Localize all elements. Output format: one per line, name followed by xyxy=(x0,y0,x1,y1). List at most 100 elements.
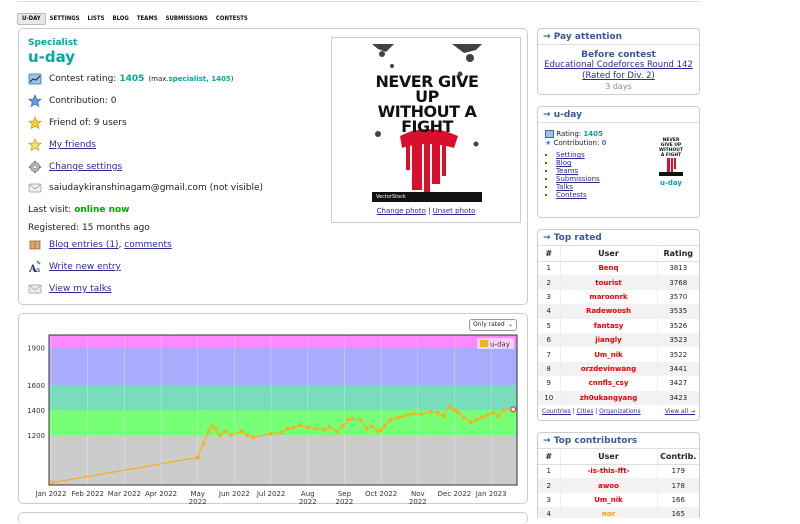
rating-point[interactable] xyxy=(349,416,354,421)
rating-point[interactable] xyxy=(364,426,369,431)
rating-point[interactable] xyxy=(50,480,55,485)
rating-point[interactable] xyxy=(346,417,351,423)
rating-point[interactable] xyxy=(379,427,384,433)
rating-point[interactable] xyxy=(322,427,327,433)
table-row: 2 tourist 3768 xyxy=(538,275,699,290)
view-all-link[interactable]: View all → xyxy=(665,408,695,415)
blog-entries-link[interactable]: Blog entries (1) xyxy=(49,240,119,250)
change-settings-link[interactable]: Change settings xyxy=(49,162,122,172)
rating-point[interactable] xyxy=(269,431,274,436)
cities-link[interactable]: Cities xyxy=(577,408,594,415)
my-friends-link[interactable]: My friends xyxy=(49,140,96,150)
rating-point[interactable] xyxy=(496,414,501,419)
rating-point[interactable] xyxy=(250,435,255,440)
user-cell[interactable]: jiangly xyxy=(560,332,658,348)
rating-chart[interactable]: 1200 1400 1600 1900 Jan 2022 Feb 2022 Mar 2022… xyxy=(19,314,529,505)
mini-profile-box: → u-day Rating: 1405 ★ Contribution: 0 S… xyxy=(537,106,700,218)
user-cell[interactable]: nor xyxy=(560,507,658,518)
rating-point[interactable] xyxy=(435,410,441,415)
user-cell[interactable]: Um_nik xyxy=(560,347,658,362)
nav-tab-blog[interactable]: BLOG xyxy=(108,13,132,25)
rating-point[interactable] xyxy=(327,424,332,429)
rating-point[interactable] xyxy=(406,412,411,418)
user-cell[interactable]: tourist xyxy=(560,275,658,290)
rating-point[interactable] xyxy=(490,410,496,415)
rating-point[interactable] xyxy=(375,429,380,434)
mini-link-teams[interactable]: Teams xyxy=(556,167,578,175)
mini-link-talks[interactable]: Talks xyxy=(556,183,573,191)
rating-point[interactable] xyxy=(452,407,457,413)
rating-point[interactable] xyxy=(223,429,228,434)
rating-point[interactable] xyxy=(441,414,446,419)
max-suffix: ) xyxy=(230,75,234,83)
rating-point[interactable] xyxy=(446,404,452,409)
rating-point[interactable] xyxy=(210,424,215,429)
mini-link-contests[interactable]: Contests xyxy=(556,191,587,199)
rating-point[interactable] xyxy=(501,407,507,413)
rating-point[interactable] xyxy=(305,425,310,430)
rating-point[interactable] xyxy=(245,432,250,438)
rating-point[interactable] xyxy=(369,424,374,429)
rating-point[interactable] xyxy=(428,409,433,414)
rating-point[interactable] xyxy=(468,420,474,425)
rating-point[interactable] xyxy=(335,429,340,434)
rating-point[interactable] xyxy=(217,432,222,438)
nav-tab-u-day[interactable]: U-DAY xyxy=(17,13,46,25)
rating-point[interactable] xyxy=(314,426,319,431)
rating-point[interactable] xyxy=(340,424,345,429)
rating-point[interactable] xyxy=(456,410,461,415)
rating-point[interactable] xyxy=(239,429,244,434)
countries-link[interactable]: Countries xyxy=(542,408,571,415)
rating-point[interactable] xyxy=(479,415,485,420)
rating-point[interactable] xyxy=(419,412,424,417)
organizations-link[interactable]: Organizations xyxy=(599,408,640,415)
user-cell[interactable]: awoo xyxy=(560,478,658,493)
user-cell[interactable]: cnnfls_csy xyxy=(560,376,658,391)
rating-point[interactable] xyxy=(201,441,206,446)
nav-tab-teams[interactable]: TEAMS xyxy=(133,13,162,25)
rating-point[interactable] xyxy=(214,426,219,431)
rating-point[interactable] xyxy=(228,432,233,438)
contest-link[interactable]: Educational Codeforces Round 142 (Rated f… xyxy=(538,60,699,82)
rating-point[interactable] xyxy=(461,415,466,420)
rating-point[interactable] xyxy=(358,417,363,423)
user-cell[interactable]: -is-this-fft- xyxy=(560,464,658,479)
rating-point[interactable] xyxy=(485,412,490,418)
user-cell[interactable]: maroonrk xyxy=(560,289,658,305)
user-cell[interactable]: Benq xyxy=(560,261,658,276)
mini-link-submissions[interactable]: Submissions xyxy=(556,175,600,183)
rank-cell: 3 xyxy=(538,289,561,305)
nav-tab-contests[interactable]: CONTESTS xyxy=(212,13,252,25)
user-cell[interactable]: Radewoosh xyxy=(560,304,658,319)
rating-point[interactable] xyxy=(510,406,517,413)
rating-point[interactable] xyxy=(395,415,400,420)
change-photo-link[interactable]: Change photo xyxy=(377,207,426,215)
rating-point[interactable] xyxy=(291,426,296,431)
view-talks-link[interactable]: View my talks xyxy=(49,284,112,294)
nav-tab-lists[interactable]: LISTS xyxy=(84,13,109,25)
mini-link-settings[interactable]: Settings xyxy=(556,151,585,159)
user-cell[interactable]: Um_nik xyxy=(560,492,658,508)
write-entry-link[interactable]: Write new entry xyxy=(49,262,121,272)
mini-handle[interactable]: u-day xyxy=(659,179,683,187)
rating-point[interactable] xyxy=(401,414,406,419)
rating-point[interactable] xyxy=(382,423,387,428)
unset-photo-link[interactable]: Unset photo xyxy=(433,207,476,215)
rating-chart-icon xyxy=(545,130,554,138)
talks-row: View my talks xyxy=(28,281,112,297)
rating-point[interactable] xyxy=(412,411,417,416)
rating-point[interactable] xyxy=(195,455,200,460)
rating-point[interactable] xyxy=(298,422,303,428)
comments-link[interactable]: comments xyxy=(124,240,171,250)
rating-point[interactable] xyxy=(285,426,290,431)
nav-tab-settings[interactable]: SETTINGS xyxy=(46,13,84,25)
user-cell[interactable]: zh0ukangyang xyxy=(560,390,658,405)
rating-point[interactable] xyxy=(206,429,211,434)
user-cell[interactable]: fantasy xyxy=(560,318,658,333)
nav-tab-submissions[interactable]: SUBMISSIONS xyxy=(162,13,212,25)
user-cell[interactable]: orzdevinwang xyxy=(560,361,658,377)
rating-point[interactable] xyxy=(474,417,479,423)
rating-point[interactable] xyxy=(388,417,393,423)
rating-point[interactable] xyxy=(280,430,285,435)
mini-link-blog[interactable]: Blog xyxy=(556,159,571,167)
